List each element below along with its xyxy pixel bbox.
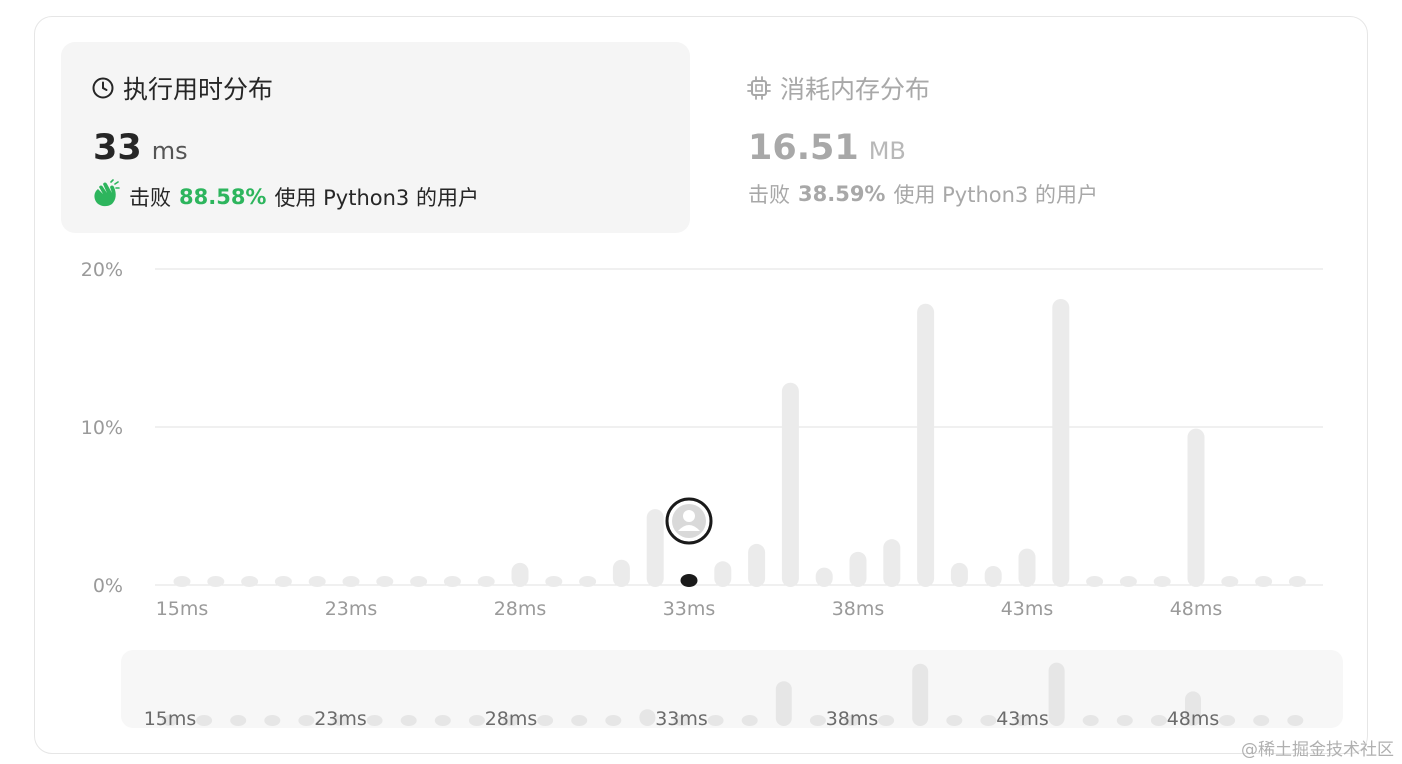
memory-value: 16.51 MB (748, 128, 906, 168)
runtime-unit: ms (151, 137, 188, 165)
memory-tab-header: 消耗内存分布 (746, 70, 930, 106)
memory-distribution-tab[interactable]: 消耗内存分布 16.51 MB 击败 38.59% 使用 Python3 的用户 (720, 42, 1349, 233)
memory-number: 16.51 (748, 128, 859, 168)
memory-tab-title: 消耗内存分布 (780, 75, 931, 104)
memory-unit: MB (868, 137, 906, 165)
cpu-chip-icon (746, 75, 772, 101)
memory-beats-percent: 38.59% (798, 182, 886, 206)
runtime-tab-title: 执行用时分布 (123, 75, 274, 104)
memory-beats-line: 击败 38.59% 使用 Python3 的用户 (748, 179, 1098, 209)
runtime-beats-line: 击败 88.58% 使用 Python3 的用户 (91, 179, 479, 214)
runtime-number: 33 (93, 128, 142, 168)
runtime-value: 33 ms (93, 128, 188, 168)
runtime-beats-percent: 88.58% (179, 184, 267, 209)
runtime-distribution-tab[interactable]: 执行用时分布 33 ms 击败 88.58% 使用 Python3 的用户 (61, 42, 690, 233)
runtime-beats-prefix: 击败 (129, 185, 171, 210)
memory-beats-prefix: 击败 (748, 183, 790, 207)
runtime-beats-suffix: 使用 Python3 的用户 (274, 185, 479, 210)
clap-hands-icon (91, 179, 121, 214)
clock-icon (91, 76, 115, 100)
memory-beats-suffix: 使用 Python3 的用户 (893, 183, 1098, 207)
watermark: @稀土掘金技术社区 (1241, 740, 1394, 760)
runtime-tab-header: 执行用时分布 (91, 70, 273, 106)
